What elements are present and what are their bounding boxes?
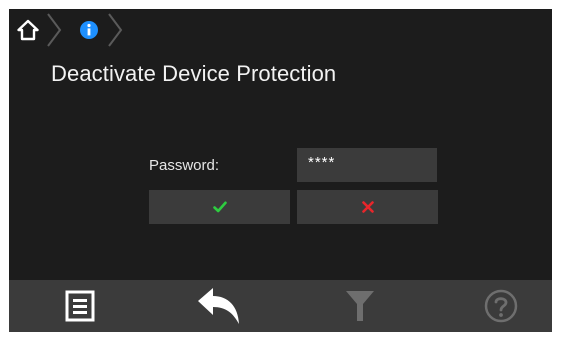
page-title: Deactivate Device Protection	[51, 61, 337, 86]
confirm-button[interactable]	[149, 190, 290, 224]
password-field[interactable]: ****	[297, 148, 437, 182]
info-icon	[80, 21, 98, 39]
breadcrumb-separator-icon	[108, 13, 123, 47]
x-icon	[361, 201, 374, 213]
filter-button[interactable]	[320, 280, 400, 332]
menu-list-button[interactable]	[40, 280, 120, 332]
breadcrumb	[9, 9, 149, 49]
back-button[interactable]	[179, 280, 259, 332]
device-screen: Deactivate Device Protection Password: *…	[9, 9, 552, 332]
help-button[interactable]	[461, 280, 541, 332]
cancel-button[interactable]	[297, 190, 438, 224]
breadcrumb-home[interactable]	[17, 19, 39, 41]
list-icon	[65, 290, 95, 322]
home-icon	[17, 19, 39, 41]
help-icon	[484, 289, 518, 323]
breadcrumb-info[interactable]	[80, 21, 98, 39]
password-label: Password:	[149, 157, 220, 174]
breadcrumb-separator-icon	[47, 13, 62, 47]
bottom-toolbar	[9, 280, 552, 332]
back-arrow-icon	[198, 288, 239, 324]
check-icon	[212, 201, 227, 213]
filter-icon	[346, 291, 374, 321]
